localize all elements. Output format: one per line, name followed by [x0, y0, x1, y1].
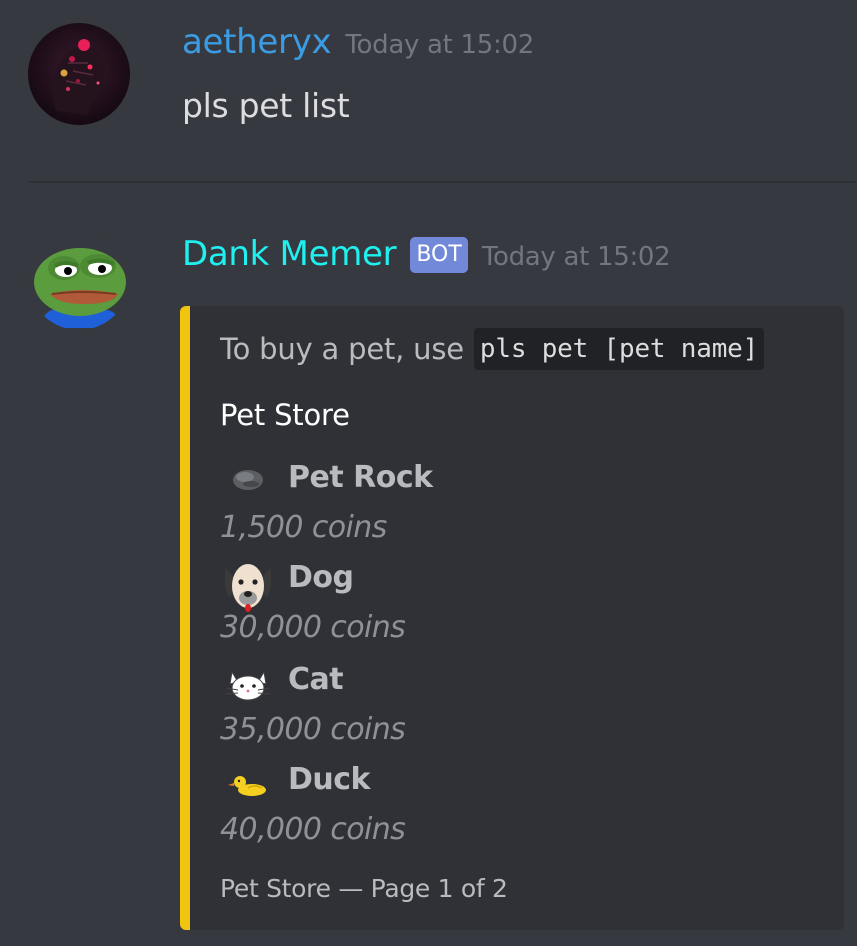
- embed-title: Pet Store: [220, 398, 350, 432]
- avatar-aetheryx-image: [28, 23, 130, 125]
- embed-description: To buy a pet, use pls pet [pet name]: [220, 328, 765, 370]
- avatar-pepe-image: [28, 228, 130, 330]
- inline-code: pls pet [pet name]: [473, 328, 765, 370]
- pet-price: 1,500 coins: [220, 510, 387, 545]
- bot-badge: BOT: [410, 237, 468, 273]
- list-item: Duck 40,000 coins: [220, 760, 820, 861]
- pet-name: Pet Rock: [288, 460, 433, 495]
- list-item: Dog 30,000 coins: [220, 558, 820, 659]
- embed-description-text: To buy a pet, use: [220, 332, 464, 366]
- pet-price: 35,000 coins: [220, 712, 406, 747]
- pet-price: 40,000 coins: [220, 812, 406, 847]
- message-header: aetheryx Today at 15:02: [182, 22, 534, 62]
- pet-name: Cat: [288, 662, 344, 697]
- avatar[interactable]: [28, 23, 130, 125]
- pet-name: Duck: [288, 762, 371, 797]
- chat-page: aetheryx Today at 15:02 pls pet list Dan…: [0, 0, 857, 946]
- username[interactable]: aetheryx: [182, 22, 332, 62]
- message-divider: [28, 181, 857, 183]
- pet-price: 30,000 coins: [220, 610, 406, 645]
- dog-icon: [224, 564, 272, 612]
- message-header: Dank Memer BOT Today at 15:02: [182, 234, 671, 277]
- embed-footer: Pet Store — Page 1 of 2: [220, 874, 508, 903]
- pet-name: Dog: [288, 560, 354, 595]
- duck-icon: [228, 776, 266, 796]
- embed: To buy a pet, use pls pet [pet name] Pet…: [180, 306, 844, 930]
- username[interactable]: Dank Memer: [182, 234, 397, 274]
- cat-icon: [225, 670, 271, 701]
- timestamp[interactable]: Today at 15:02: [482, 242, 671, 272]
- list-item: Cat 35,000 coins: [220, 660, 820, 761]
- avatar[interactable]: [28, 228, 130, 330]
- timestamp[interactable]: Today at 15:02: [345, 30, 534, 60]
- rock-icon: [233, 470, 263, 490]
- list-item: Pet Rock 1,500 coins: [220, 458, 820, 559]
- message-content: pls pet list: [182, 86, 350, 125]
